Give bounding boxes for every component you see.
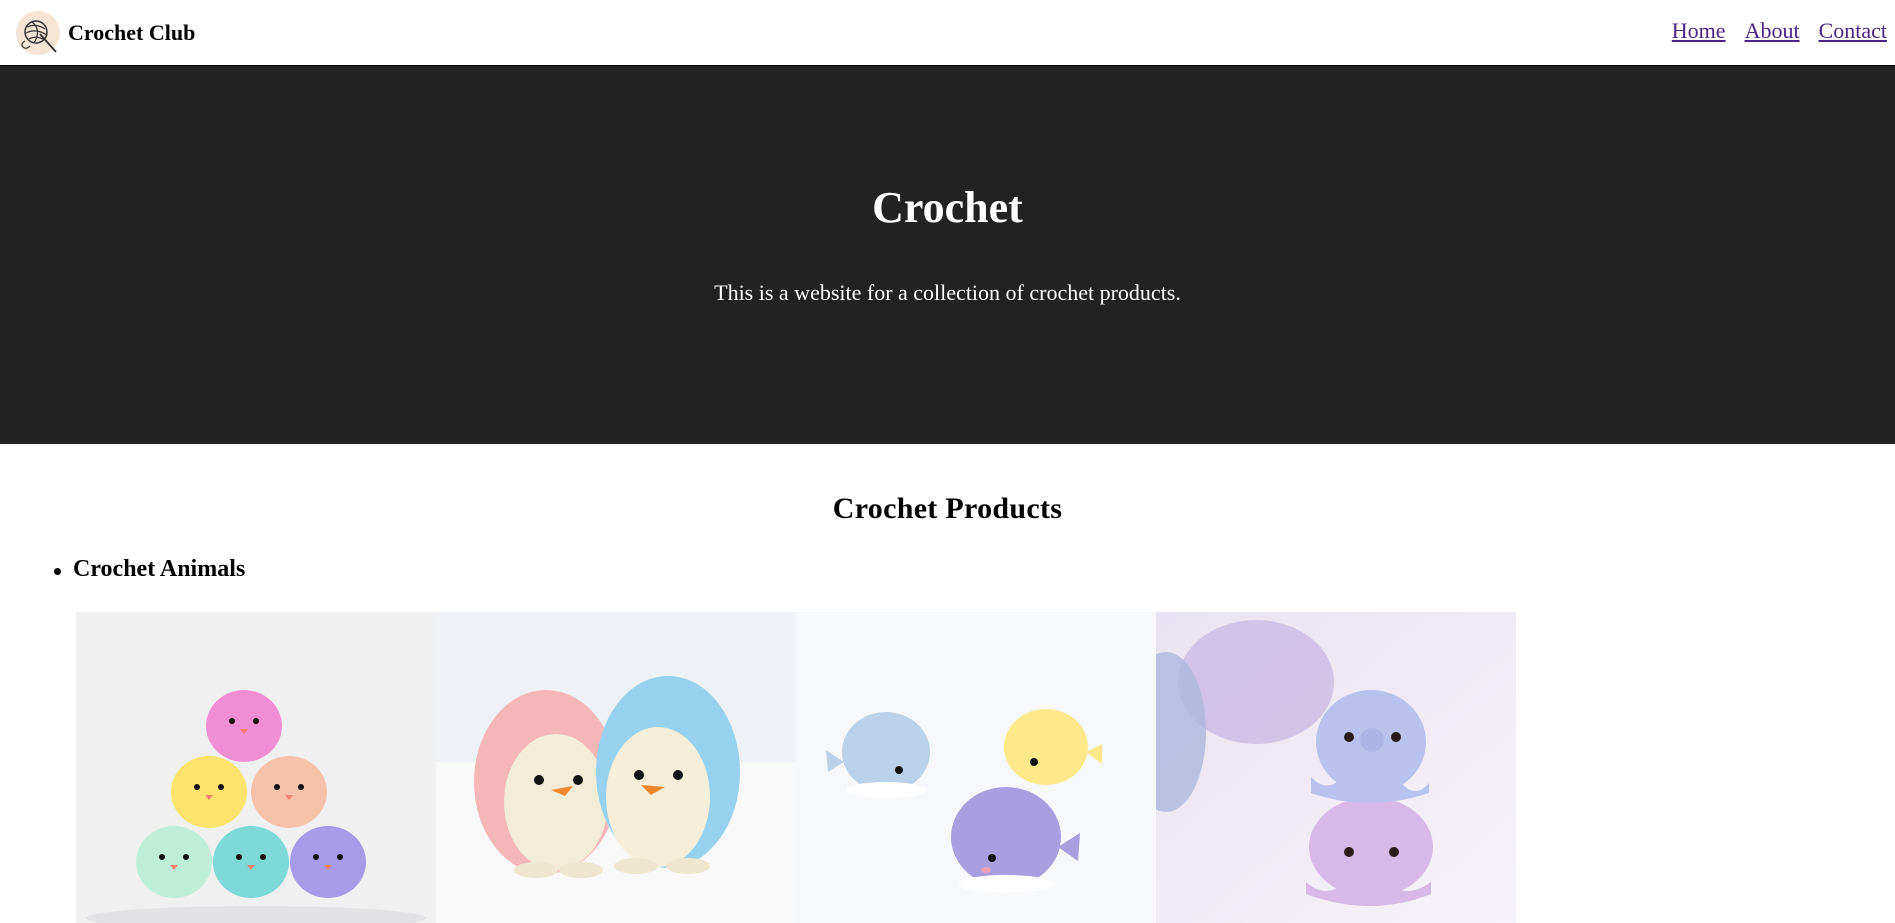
- penguins-image[interactable]: [436, 612, 796, 923]
- hero-banner: Crochet This is a website for a collecti…: [0, 66, 1895, 444]
- purple-bird-icon: [290, 826, 366, 898]
- main-nav: Home About Contact: [1672, 18, 1887, 44]
- nav-contact-link[interactable]: Contact: [1819, 18, 1887, 44]
- nav-about-link[interactable]: About: [1745, 18, 1800, 44]
- brand[interactable]: Crochet Club: [14, 10, 195, 56]
- hero-title: Crochet: [872, 183, 1023, 232]
- bullet-icon: [54, 568, 61, 575]
- teal-bird-icon: [213, 826, 289, 898]
- hero-subtitle: This is a website for a collection of cr…: [714, 280, 1181, 305]
- birds-pyramid-image[interactable]: [76, 612, 436, 923]
- brand-name: Crochet Club: [68, 20, 196, 45]
- nav-home-link[interactable]: Home: [1672, 18, 1726, 44]
- whales-image[interactable]: [796, 612, 1156, 923]
- category-heading: Crochet Animals: [73, 556, 246, 582]
- category-list-item: Crochet Animals: [54, 556, 245, 583]
- octopuses-image[interactable]: [1156, 612, 1516, 923]
- yarn-ball-crochet-hook-icon: [16, 11, 60, 55]
- product-gallery: [76, 612, 1516, 923]
- peach-bird-icon: [251, 756, 327, 828]
- mint-bird-icon: [136, 826, 212, 898]
- yellow-bird-icon: [171, 756, 247, 828]
- top-navigation-bar: Crochet Club Home About Contact: [0, 0, 1895, 66]
- pink-bird-icon: [206, 690, 282, 762]
- products-heading: Crochet Products: [832, 492, 1063, 525]
